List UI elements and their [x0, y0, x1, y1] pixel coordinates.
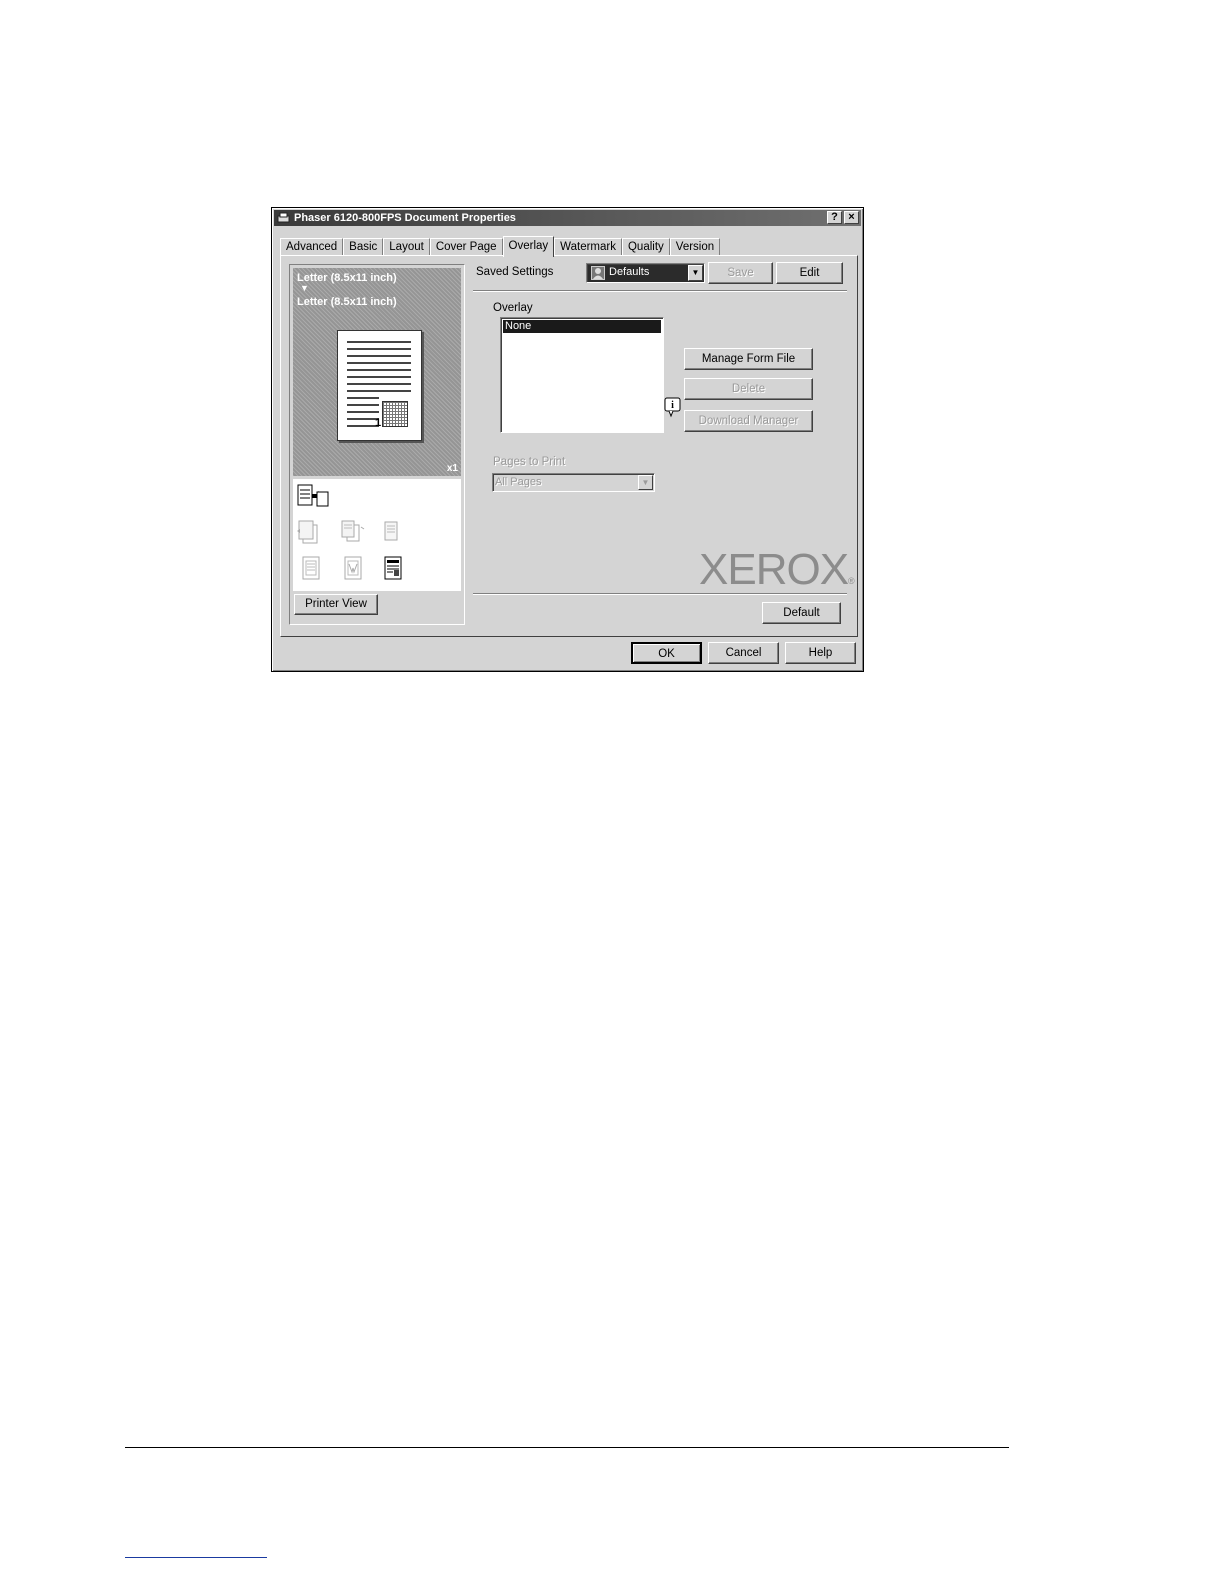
saved-settings-dropdown[interactable]: Defaults ▼	[586, 263, 705, 283]
tab-advanced[interactable]: Advanced	[280, 238, 344, 256]
saved-settings-value: Defaults	[609, 266, 650, 278]
manage-form-file-button[interactable]: Manage Form File	[684, 348, 813, 370]
pages-to-print-label: Pages to Print	[493, 456, 566, 468]
overlay-list-item-none[interactable]: None	[503, 320, 661, 333]
cancel-button[interactable]: Cancel	[708, 642, 779, 664]
single-page-icon	[381, 519, 401, 545]
overlay-label: Overlay	[493, 302, 533, 314]
tab-cover-page[interactable]: Cover Page	[429, 238, 503, 256]
delete-overlay-button[interactable]: Delete	[684, 378, 813, 400]
feature-icons-area	[293, 479, 461, 591]
saved-settings-label: Saved Settings	[476, 266, 554, 278]
user-profile-icon	[591, 266, 605, 280]
svg-text:i: i	[671, 400, 674, 411]
page-number: 1	[375, 417, 382, 429]
output-paper-label: Letter (8.5x11 inch)	[297, 296, 397, 308]
page-footer-rule	[125, 1447, 1009, 1448]
overlay-preview-icon	[382, 401, 408, 427]
registered-mark: ®	[848, 576, 855, 586]
tab-watermark[interactable]: Watermark	[554, 238, 622, 256]
help-button[interactable]: Help	[785, 642, 856, 664]
arrow-down-icon: ▼	[300, 283, 309, 293]
tab-version[interactable]: Version	[669, 238, 721, 256]
copies-count: x1	[446, 463, 458, 474]
overlay-listbox[interactable]: None	[500, 317, 664, 433]
tab-quality[interactable]: Quality	[621, 238, 670, 256]
help-title-button[interactable]: ?	[827, 211, 842, 224]
default-button[interactable]: Default	[762, 602, 841, 624]
watermark-page-icon	[343, 555, 363, 583]
edit-settings-button[interactable]: Edit	[776, 262, 843, 284]
tab-basic[interactable]: Basic	[343, 238, 384, 256]
chevron-down-icon[interactable]: ▼	[638, 475, 653, 490]
page-thumbnail: 1	[337, 330, 422, 441]
footer-link-underline	[125, 1557, 267, 1558]
source-paper-label: Letter (8.5x11 inch)	[297, 272, 397, 284]
info-icon[interactable]: i	[663, 397, 683, 419]
tab-overlay[interactable]: Overlay	[502, 236, 555, 257]
dialog-title: Phaser 6120-800FPS Document Properties	[294, 212, 516, 224]
document-properties-dialog: Phaser 6120-800FPS Document Properties ?…	[271, 207, 864, 672]
page-preview: Letter (8.5x11 inch) ▼ Letter (8.5x11 in…	[293, 268, 461, 476]
divider-bottom	[473, 593, 847, 595]
cover-page-icon	[301, 555, 321, 583]
ok-button[interactable]: OK	[631, 642, 702, 664]
tab-strip: Advanced Basic Layout Cover Page Overlay…	[280, 236, 721, 257]
xerox-logo-text: XEROX	[699, 545, 849, 594]
pages-to-print-dropdown[interactable]: All Pages ▼	[492, 473, 655, 492]
pages-to-print-value: All Pages	[495, 476, 542, 488]
overlay-tab-panel: Letter (8.5x11 inch) ▼ Letter (8.5x11 in…	[280, 255, 858, 637]
divider-top	[473, 290, 847, 292]
printer-icon	[277, 212, 290, 224]
download-manager-button[interactable]: Download Manager	[684, 410, 813, 432]
save-settings-button[interactable]: Save	[708, 262, 773, 284]
paper-feed-icon	[297, 483, 329, 509]
tab-layout[interactable]: Layout	[383, 238, 430, 256]
preview-pane: Letter (8.5x11 inch) ▼ Letter (8.5x11 in…	[289, 264, 465, 625]
printer-view-button[interactable]: Printer View	[294, 594, 378, 615]
chevron-down-icon[interactable]: ▼	[688, 265, 703, 281]
close-button[interactable]: ×	[844, 211, 859, 224]
collate-icon	[297, 519, 323, 545]
title-bar: Phaser 6120-800FPS Document Properties ?…	[274, 210, 861, 226]
duplex-icon	[339, 519, 365, 545]
overlay-page-icon	[383, 555, 403, 583]
